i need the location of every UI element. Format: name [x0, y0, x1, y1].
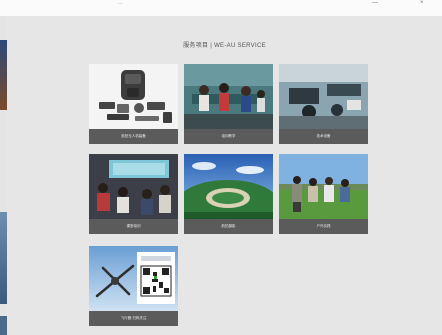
service-card[interactable]: 航拍摄影	[184, 154, 273, 234]
card-image	[184, 64, 273, 129]
close-icon[interactable]: ×	[420, 0, 424, 6]
card-image	[89, 64, 178, 129]
strip-thumbnail[interactable]	[0, 212, 7, 304]
service-panel: 服务项目 | WE-AU SERVICE 航拍无人机装备 培训教学 技术设备 课…	[7, 16, 442, 335]
service-card[interactable]: 户外实践	[279, 154, 368, 234]
card-image	[89, 154, 178, 219]
card-caption: 技术设备	[316, 134, 331, 138]
service-card[interactable]: 技术设备	[279, 64, 368, 144]
card-caption: 课堂培训	[126, 224, 141, 228]
card-image	[89, 246, 178, 311]
strip-thumbnail[interactable]	[0, 40, 7, 110]
service-card[interactable]: 航拍无人机装备	[89, 64, 178, 144]
card-caption: 航拍摄影	[221, 224, 236, 228]
left-thumbnail-strip	[0, 16, 7, 335]
service-card[interactable]: 培训教学	[184, 64, 273, 144]
service-card[interactable]: 飞行器·扫码关注	[89, 246, 178, 326]
top-bar: ... — ×	[0, 0, 442, 16]
card-image	[279, 154, 368, 219]
strip-thumbnail[interactable]	[0, 316, 7, 335]
card-caption: 培训教学	[221, 134, 236, 138]
service-card[interactable]: 课堂培训	[89, 154, 178, 234]
minimize-icon[interactable]: —	[372, 0, 378, 6]
top-bar-caption: ...	[118, 0, 123, 6]
card-caption: 航拍无人机装备	[121, 134, 146, 138]
card-caption: 飞行器·扫码关注	[120, 316, 147, 320]
card-image	[184, 154, 273, 219]
card-image	[279, 64, 368, 129]
section-title: 服务项目 | WE-AU SERVICE	[183, 43, 266, 49]
card-caption: 户外实践	[316, 224, 331, 228]
